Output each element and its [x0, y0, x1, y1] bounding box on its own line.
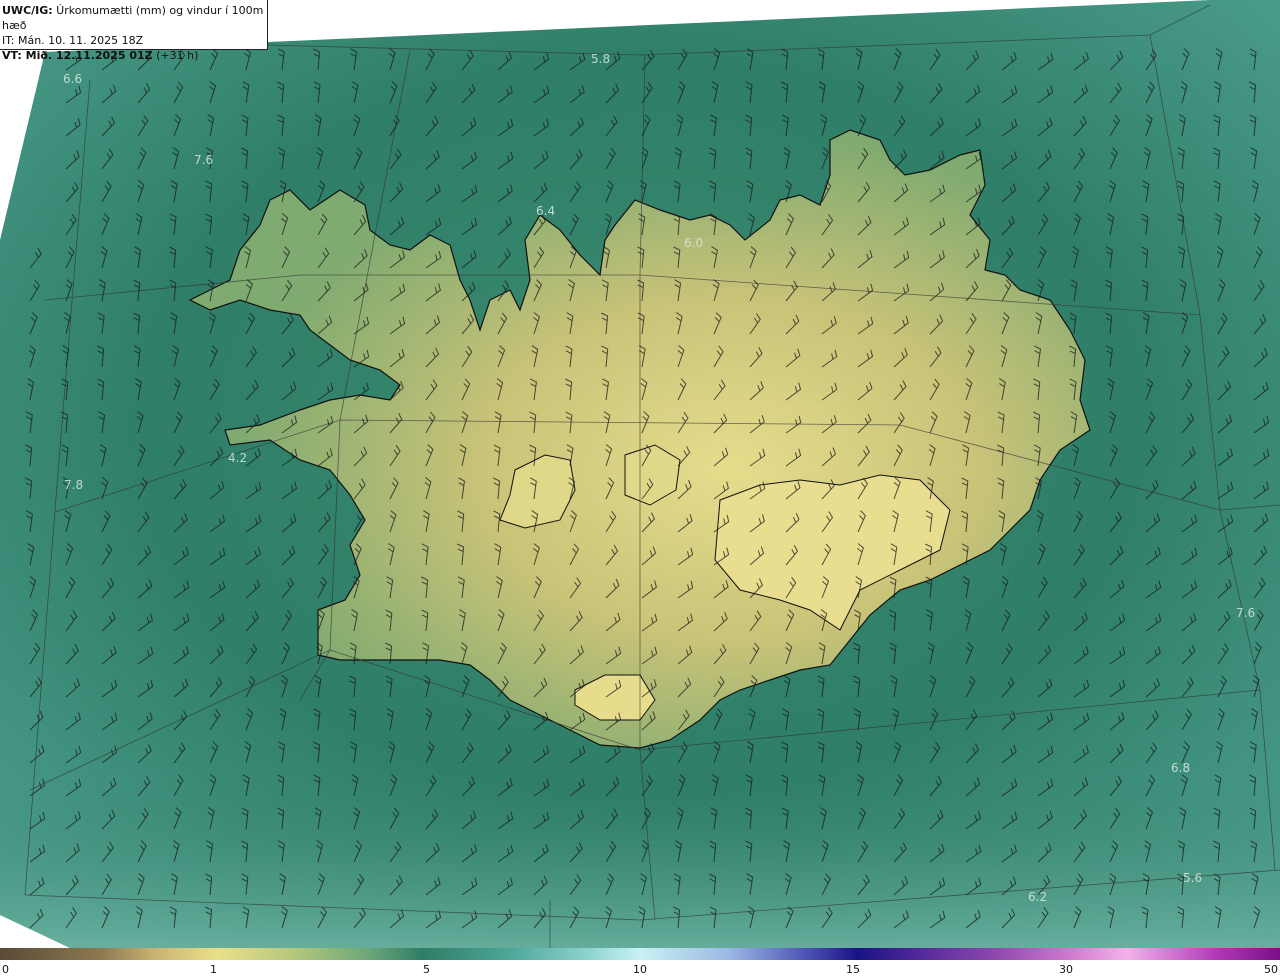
colorbar-tick: 50	[1264, 963, 1278, 976]
map-header: UWC/IG: Úrkomumætti (mm) og vindur í 100…	[0, 0, 268, 62]
map-stage: UWC/IG: Úrkomumætti (mm) og vindur í 100…	[0, 0, 1280, 978]
header-lead-time: (+31 h)	[152, 49, 199, 62]
colorbar-tick: 0	[2, 963, 9, 976]
colorbar-tick: 15	[846, 963, 860, 976]
header-valid-time: VT: Mið. 12.11.2025 01Z	[2, 49, 153, 62]
map-value-label: 7.6	[1236, 606, 1256, 620]
colorbar-tick: 30	[1059, 963, 1073, 976]
map-value-label: 6.0	[684, 236, 704, 250]
map-value-label: 7.8	[64, 478, 84, 492]
header-title-line: UWC/IG: Úrkomumætti (mm) og vindur í 100…	[2, 3, 267, 33]
header-valid-line: VT: Mið. 12.11.2025 01Z (+31 h)	[2, 48, 267, 63]
colorbar-tick: 5	[423, 963, 430, 976]
south-sea-shade	[0, 780, 1280, 948]
colorbar-tick: 10	[633, 963, 647, 976]
map-value-label: 7.6	[194, 153, 214, 167]
map-value-label: 6.8	[1171, 761, 1191, 775]
map-value-label: 6.4	[536, 204, 556, 218]
map-value-label: 5.8	[591, 52, 611, 66]
precipitation-colorbar	[0, 948, 1280, 960]
map-value-label: 4.2	[228, 451, 248, 465]
colorbar-tick: 1	[210, 963, 217, 976]
map-value-label: 6.6	[63, 72, 83, 86]
header-init-time: IT: Mán. 10. 11. 2025 18Z	[2, 34, 144, 47]
map-canvas	[0, 0, 1280, 948]
map-value-label: 6.2	[1028, 890, 1048, 904]
map-value-label: 5.6	[1183, 871, 1203, 885]
header-source: UWC/IG:	[2, 4, 53, 17]
